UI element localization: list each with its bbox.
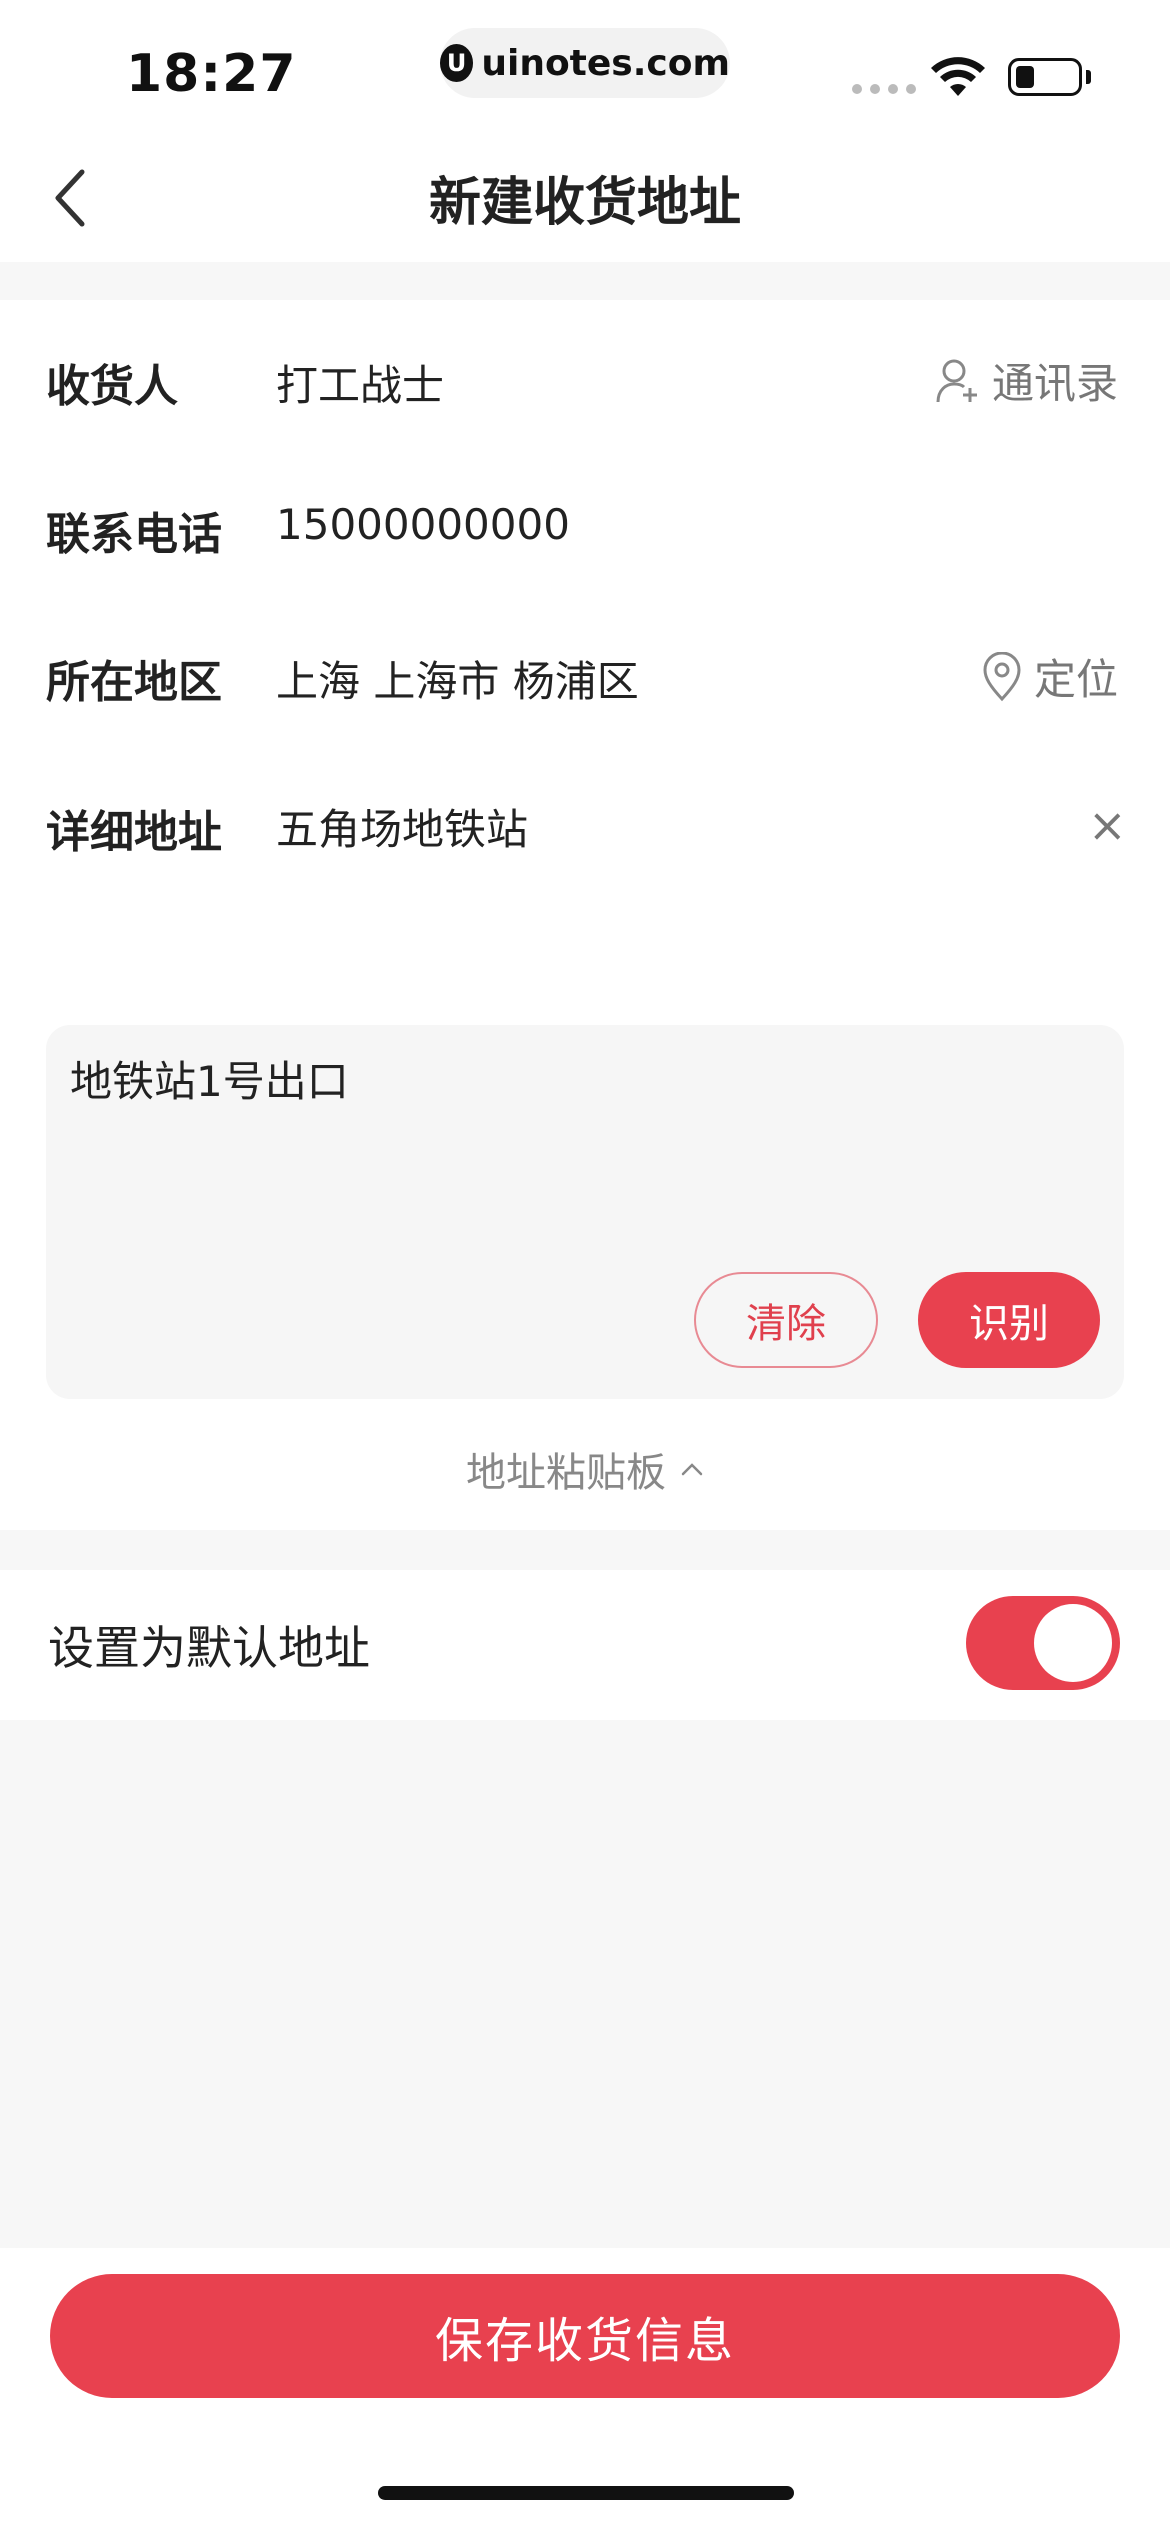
clipboard-toggle[interactable]: 地址粘贴板: [0, 1440, 1170, 1498]
phone-label: 联系电话: [46, 509, 222, 560]
clear-address-icon[interactable]: ×: [1088, 798, 1127, 852]
default-address-toggle[interactable]: [966, 1596, 1120, 1690]
battery-icon: [1008, 58, 1082, 96]
wifi-icon: [930, 56, 986, 102]
receiver-label: 收货人: [46, 361, 178, 412]
contacts-button[interactable]: 通讯录: [936, 350, 1118, 411]
address-label: 详细地址: [46, 807, 222, 858]
recognize-button[interactable]: 识别: [918, 1272, 1100, 1368]
toggle-knob: [1034, 1604, 1112, 1682]
receiver-input[interactable]: 打工战士: [276, 352, 444, 413]
location-pin-icon: [983, 651, 1021, 701]
status-time: 18:27: [126, 44, 297, 104]
phone-input[interactable]: 15000000000: [276, 500, 570, 549]
add-contact-icon: [936, 359, 977, 402]
clipboard-text: 地铁站1号出口: [70, 1057, 349, 1106]
cellular-signal-icon: [852, 84, 916, 94]
home-indicator: [378, 2486, 794, 2500]
page-title: 新建收货地址: [428, 173, 741, 233]
contacts-label: 通讯录: [991, 359, 1118, 408]
region-label: 所在地区: [46, 657, 222, 708]
default-address-label: 设置为默认地址: [48, 1621, 370, 1675]
site-logo-icon: U: [440, 44, 474, 82]
url-pill[interactable]: U uinotes.com: [440, 28, 730, 98]
address-input[interactable]: 五角场地铁站: [276, 796, 528, 857]
region-selector[interactable]: 上海 上海市 杨浦区: [276, 648, 639, 709]
save-button[interactable]: 保存收货信息: [50, 2274, 1120, 2398]
clear-clipboard-button[interactable]: 清除: [694, 1272, 878, 1368]
locate-button[interactable]: 定位: [982, 646, 1118, 707]
chevron-up-icon: [681, 1463, 703, 1476]
battery-tip: [1086, 70, 1091, 84]
url-text: uinotes.com: [481, 42, 730, 84]
locate-label: 定位: [1033, 655, 1118, 704]
clipboard-toggle-label: 地址粘贴板: [466, 1450, 666, 1496]
